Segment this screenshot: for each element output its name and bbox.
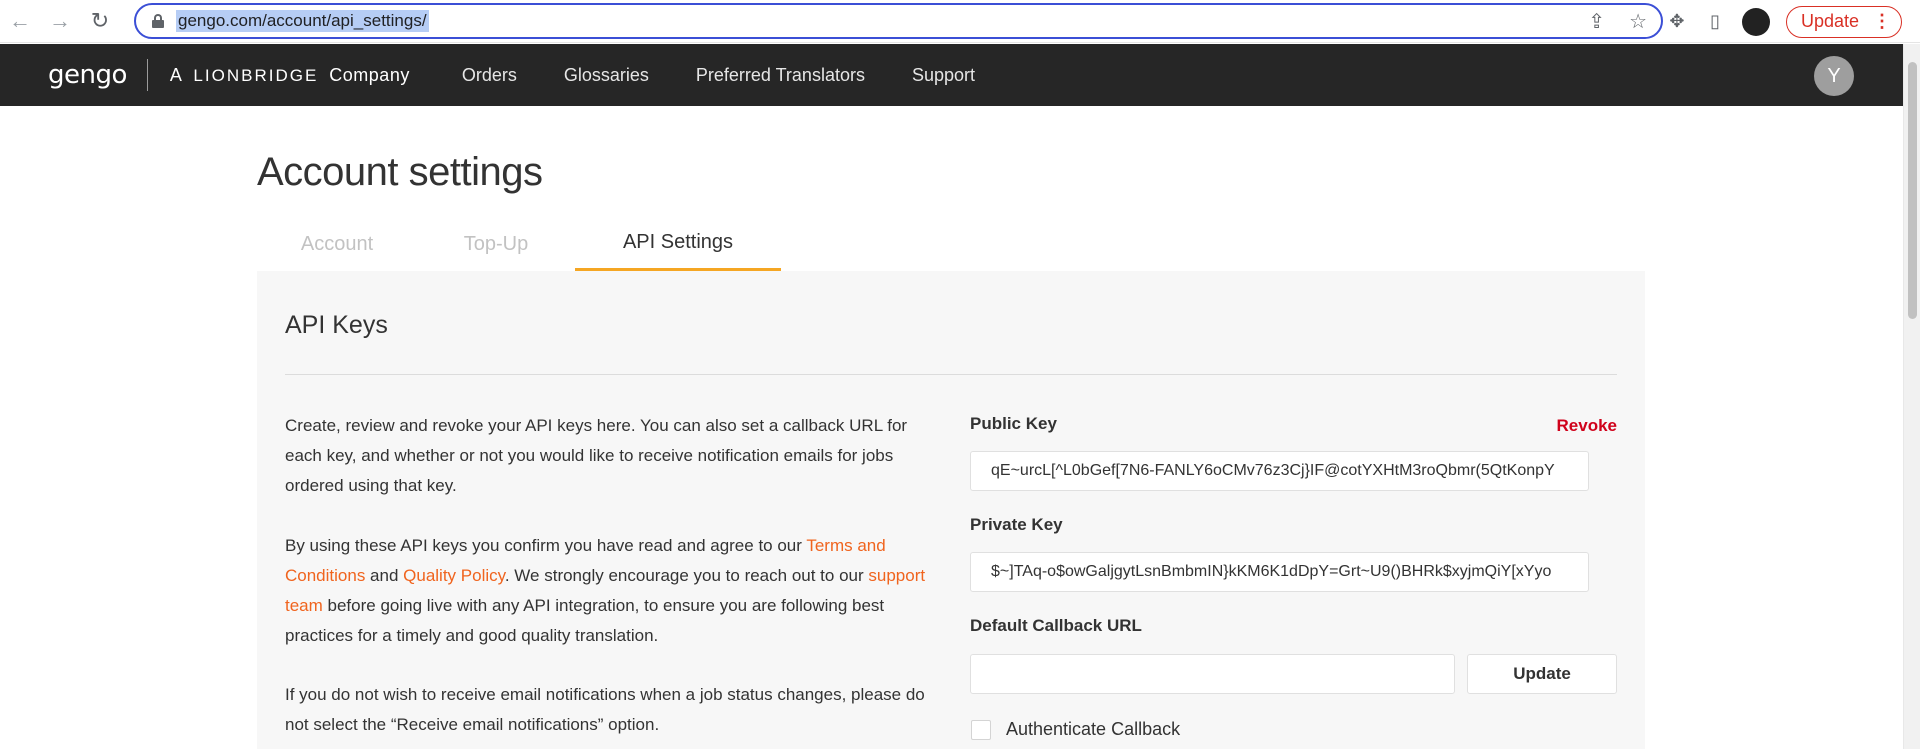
scrollbar-thumb[interactable] (1908, 62, 1917, 319)
settings-tabs: Account Top-Up API Settings (257, 217, 781, 271)
page-scrollbar[interactable] (1903, 44, 1920, 749)
user-avatar[interactable]: Y (1814, 56, 1854, 96)
nav-orders[interactable]: Orders (462, 65, 517, 86)
lionbridge-tagline: A LIONBRIDGE Company (170, 65, 410, 86)
nav-preferred-translators[interactable]: Preferred Translators (696, 65, 865, 86)
email-notification-note: If you do not wish to receive email noti… (285, 685, 925, 734)
tagline-brand: LIONBRIDGE (193, 65, 319, 85)
browser-toolbar: ← → ↻ gengo.com/account/api_settings/ ⇪ … (0, 0, 1920, 43)
tab-top-up[interactable]: Top-Up (417, 217, 575, 271)
private-key-label: Private Key (970, 515, 1063, 534)
back-arrow-icon[interactable]: ← (0, 1, 40, 41)
authenticate-callback-checkbox[interactable] (971, 720, 991, 740)
terms-text-4: before going live with any API integrati… (285, 596, 885, 645)
address-bar[interactable]: gengo.com/account/api_settings/ ⇪ ☆ (134, 3, 1663, 39)
reload-icon[interactable]: ↻ (80, 1, 120, 41)
api-keys-terms-paragraph: By using these API keys you confirm you … (285, 531, 935, 651)
terms-text-3: . We strongly encourage you to reach out… (504, 566, 869, 585)
nav-support[interactable]: Support (912, 65, 975, 86)
tab-api-settings[interactable]: API Settings (575, 217, 781, 271)
page-title: Account settings (257, 150, 543, 194)
revoke-button[interactable]: Revoke (1557, 416, 1617, 436)
tab-account[interactable]: Account (257, 217, 417, 271)
quality-policy-link[interactable]: Quality Policy (403, 566, 505, 585)
tagline-suffix: Company (329, 64, 410, 85)
bookmark-star-icon[interactable]: ☆ (1629, 9, 1647, 34)
update-callback-button[interactable]: Update (1467, 654, 1617, 694)
api-keys-panel: API Keys Create, review and revoke your … (257, 271, 1645, 749)
terms-text-2: and (365, 566, 404, 585)
api-keys-title: API Keys (285, 311, 388, 339)
gengo-logo[interactable]: gengo (48, 60, 127, 90)
browser-profile-avatar[interactable] (1741, 7, 1770, 36)
logo-divider (146, 59, 148, 91)
public-key-label: Public Key (970, 414, 1057, 433)
tagline-prefix: A (169, 64, 183, 85)
extensions-puzzle-icon[interactable]: ✥ (1666, 11, 1688, 33)
authenticate-callback-label[interactable]: Authenticate Callback (1006, 719, 1180, 740)
site-header: gengo A LIONBRIDGE Company Orders Glossa… (0, 44, 1903, 106)
callback-url-input[interactable] (970, 654, 1455, 694)
more-menu-icon[interactable]: ⋮ (1873, 11, 1891, 32)
private-key-field[interactable]: $~]TAq-o$owGaljgytLsnBmbmIN}kKM6K1dDpY=G… (970, 552, 1589, 592)
forward-arrow-icon[interactable]: → (40, 1, 80, 41)
side-panel-icon[interactable]: ▯ (1704, 11, 1726, 33)
api-keys-description: Create, review and revoke your API keys … (285, 416, 908, 495)
nav-glossaries[interactable]: Glossaries (564, 65, 649, 86)
main-nav: Orders Glossaries Preferred Translators … (462, 65, 975, 86)
terms-text-1: By using these API keys you confirm you … (285, 536, 807, 555)
update-label: Update (1800, 11, 1859, 31)
divider (285, 374, 1617, 375)
callback-url-label: Default Callback URL (970, 616, 1142, 635)
public-key-field[interactable]: qE~urcL[^L0bGef[7N6-FANLY6oCMv76z3Cj}IF@… (970, 451, 1589, 491)
url-text[interactable]: gengo.com/account/api_settings/ (176, 10, 429, 32)
lock-icon[interactable] (152, 14, 164, 28)
browser-update-button[interactable]: Update ⋮ (1785, 5, 1902, 38)
share-icon[interactable]: ⇪ (1588, 9, 1605, 34)
